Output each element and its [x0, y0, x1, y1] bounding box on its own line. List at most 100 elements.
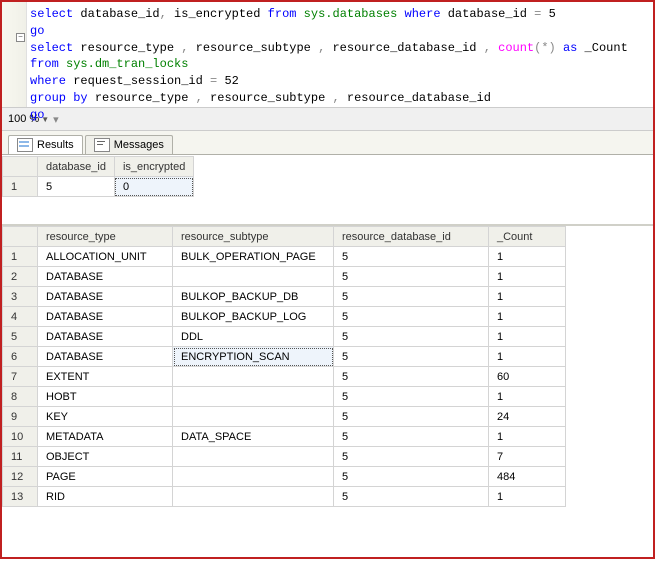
table-row[interactable]: 8HOBT 51 [3, 387, 566, 407]
table-row[interactable]: 3DATABASEBULKOP_BACKUP_DB51 [3, 287, 566, 307]
cell[interactable]: 1 [489, 247, 566, 267]
fold-toggle-icon[interactable]: − [16, 33, 25, 42]
cell[interactable] [173, 467, 334, 487]
row-number[interactable]: 9 [3, 407, 38, 427]
cell[interactable]: 5 [334, 447, 489, 467]
cell[interactable]: 1 [489, 307, 566, 327]
row-number[interactable]: 1 [3, 247, 38, 267]
cell[interactable]: DATABASE [38, 347, 173, 367]
table-row[interactable]: 5DATABASEDDL51 [3, 327, 566, 347]
cell[interactable]: 1 [489, 267, 566, 287]
cell[interactable] [173, 487, 334, 507]
column-header[interactable]: is_encrypted [114, 157, 193, 177]
editor-line[interactable]: go [30, 107, 647, 124]
column-header[interactable]: database_id [38, 157, 115, 177]
cell[interactable]: 5 [334, 287, 489, 307]
cell[interactable] [173, 447, 334, 467]
cell[interactable]: 24 [489, 407, 566, 427]
editor-line[interactable]: select resource_type , resource_subtype … [30, 40, 647, 57]
grid-corner[interactable] [3, 227, 38, 247]
editor-line[interactable]: from sys.dm_tran_locks [30, 56, 647, 73]
cell[interactable]: 5 [334, 307, 489, 327]
result-grid-2[interactable]: resource_typeresource_subtyperesource_da… [2, 226, 566, 507]
cell[interactable]: BULKOP_BACKUP_LOG [173, 307, 334, 327]
table-row[interactable]: 7EXTENT560 [3, 367, 566, 387]
row-number[interactable]: 3 [3, 287, 38, 307]
cell[interactable]: RID [38, 487, 173, 507]
row-number[interactable]: 8 [3, 387, 38, 407]
row-number[interactable]: 7 [3, 367, 38, 387]
table-row[interactable]: 4DATABASEBULKOP_BACKUP_LOG51 [3, 307, 566, 327]
column-header[interactable]: resource_subtype [173, 227, 334, 247]
table-row[interactable]: 150 [3, 177, 194, 197]
cell[interactable]: 5 [334, 387, 489, 407]
cell[interactable] [173, 387, 334, 407]
result-grid-1[interactable]: database_idis_encrypted150 [2, 156, 194, 197]
table-row[interactable]: 2DATABASE 51 [3, 267, 566, 287]
cell[interactable] [173, 407, 334, 427]
cell[interactable]: 1 [489, 347, 566, 367]
cell[interactable]: 5 [334, 487, 489, 507]
row-number[interactable]: 12 [3, 467, 38, 487]
table-row[interactable]: 10METADATADATA_SPACE51 [3, 427, 566, 447]
cell[interactable]: 5 [334, 347, 489, 367]
tab-messages[interactable]: Messages [85, 135, 173, 154]
editor-line[interactable]: where request_session_id = 52 [30, 73, 647, 90]
cell[interactable]: PAGE [38, 467, 173, 487]
row-number[interactable]: 2 [3, 267, 38, 287]
row-number[interactable]: 5 [3, 327, 38, 347]
cell[interactable]: 1 [489, 327, 566, 347]
row-number[interactable]: 11 [3, 447, 38, 467]
cell[interactable]: DDL [173, 327, 334, 347]
cell[interactable]: DATABASE [38, 307, 173, 327]
cell[interactable]: 5 [38, 177, 115, 197]
cell[interactable]: 5 [334, 407, 489, 427]
table-row[interactable]: 1ALLOCATION_UNITBULK_OPERATION_PAGE51 [3, 247, 566, 267]
cell[interactable]: 5 [334, 267, 489, 287]
row-number[interactable]: 13 [3, 487, 38, 507]
sql-editor[interactable]: − select database_id, is_encrypted from … [2, 2, 653, 107]
row-number[interactable]: 10 [3, 427, 38, 447]
cell[interactable]: DATABASE [38, 327, 173, 347]
table-row[interactable]: 12PAGE 5484 [3, 467, 566, 487]
cell[interactable]: DATABASE [38, 267, 173, 287]
cell[interactable]: METADATA [38, 427, 173, 447]
cell[interactable]: ENCRYPTION_SCAN [173, 347, 334, 367]
cell[interactable]: EXTENT [38, 367, 173, 387]
cell[interactable]: 5 [334, 327, 489, 347]
cell[interactable]: BULKOP_BACKUP_DB [173, 287, 334, 307]
cell[interactable]: 484 [489, 467, 566, 487]
editor-line[interactable]: go [30, 23, 647, 40]
column-header[interactable]: resource_database_id [334, 227, 489, 247]
cell[interactable]: 1 [489, 487, 566, 507]
cell[interactable] [173, 267, 334, 287]
cell[interactable]: 5 [334, 467, 489, 487]
row-number[interactable]: 4 [3, 307, 38, 327]
cell[interactable] [173, 367, 334, 387]
grid-corner[interactable] [3, 157, 38, 177]
cell[interactable]: 0 [114, 177, 193, 197]
cell[interactable]: 1 [489, 387, 566, 407]
cell[interactable]: KEY [38, 407, 173, 427]
row-number[interactable]: 6 [3, 347, 38, 367]
tab-results[interactable]: Results [8, 135, 83, 154]
table-row[interactable]: 13RID 51 [3, 487, 566, 507]
column-header[interactable]: _Count [489, 227, 566, 247]
cell[interactable]: 60 [489, 367, 566, 387]
cell[interactable]: OBJECT [38, 447, 173, 467]
cell[interactable]: DATA_SPACE [173, 427, 334, 447]
table-row[interactable]: 6DATABASEENCRYPTION_SCAN51 [3, 347, 566, 367]
cell[interactable]: ALLOCATION_UNIT [38, 247, 173, 267]
cell[interactable]: 1 [489, 427, 566, 447]
cell[interactable]: 1 [489, 287, 566, 307]
cell[interactable]: HOBT [38, 387, 173, 407]
table-row[interactable]: 9KEY 524 [3, 407, 566, 427]
cell[interactable]: DATABASE [38, 287, 173, 307]
row-number[interactable]: 1 [3, 177, 38, 197]
cell[interactable]: 7 [489, 447, 566, 467]
cell[interactable]: BULK_OPERATION_PAGE [173, 247, 334, 267]
editor-line[interactable]: select database_id, is_encrypted from sy… [30, 6, 647, 23]
column-header[interactable]: resource_type [38, 227, 173, 247]
cell[interactable]: 5 [334, 247, 489, 267]
editor-line[interactable]: group by resource_type , resource_subtyp… [30, 90, 647, 107]
